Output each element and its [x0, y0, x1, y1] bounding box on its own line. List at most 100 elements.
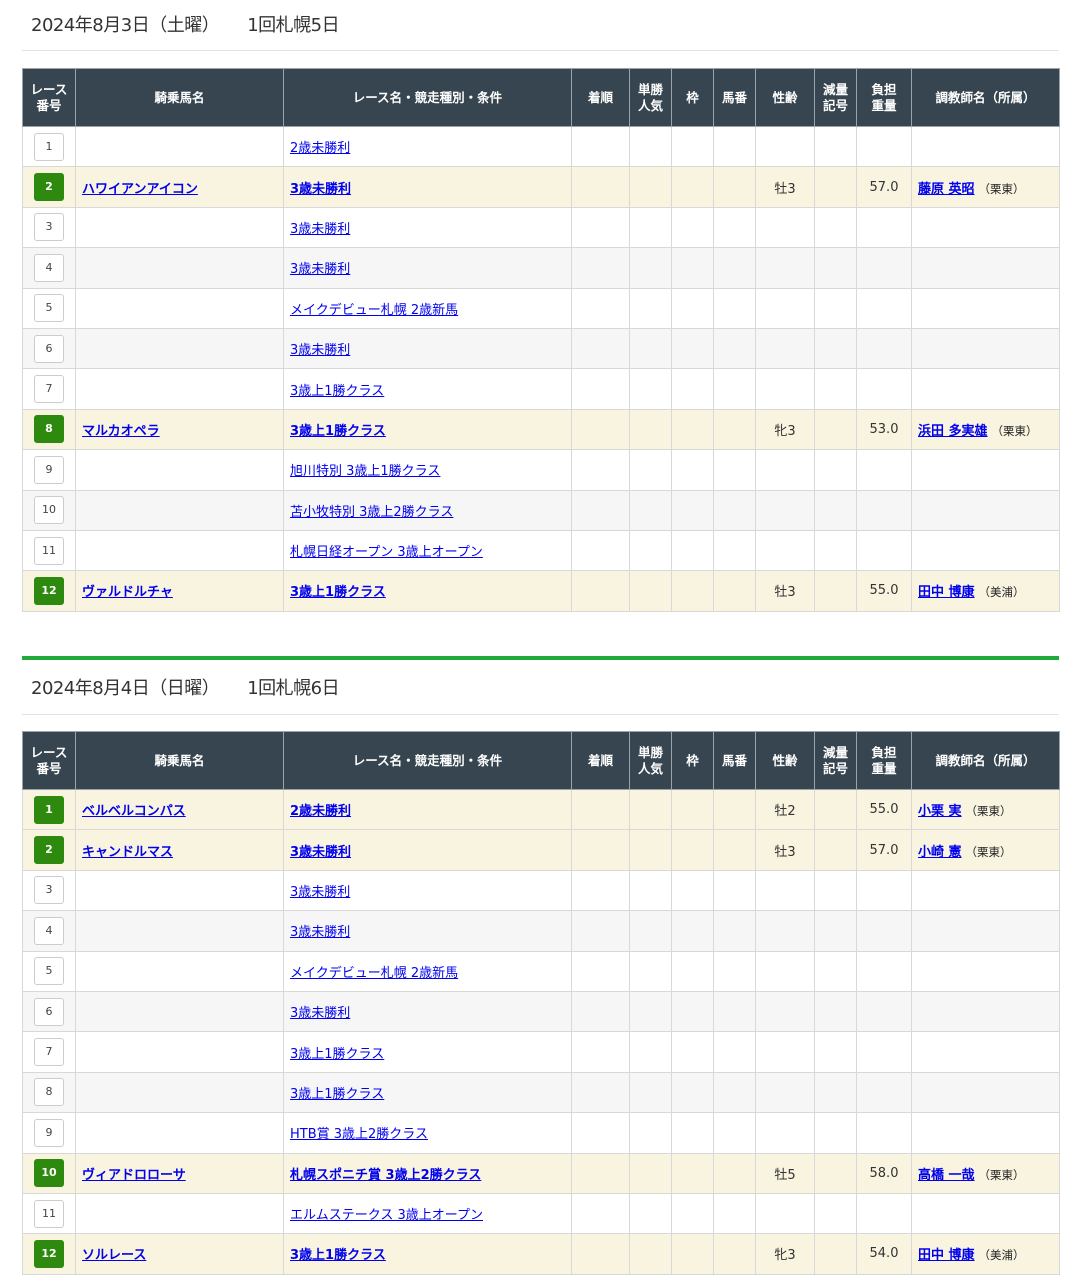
race-link[interactable]: 旭川特別 3歳上1勝クラス: [290, 464, 440, 479]
popularity-cell: [629, 829, 672, 871]
weight-reduction-cell: [814, 570, 857, 612]
horse-number-cell: [713, 1071, 756, 1114]
race-link[interactable]: 3歳未勝利: [290, 925, 350, 940]
race-link[interactable]: 3歳未勝利: [290, 1006, 350, 1021]
race-cell: 旭川特別 3歳上1勝クラス: [283, 449, 572, 491]
weight-reduction-cell: [814, 1152, 857, 1194]
frame-cell: [671, 570, 714, 612]
frame-cell: [671, 489, 714, 531]
frame-cell: [671, 327, 714, 370]
horse-link[interactable]: ヴィアドロローサ: [82, 1168, 186, 1183]
race-link[interactable]: 3歳上1勝クラス: [290, 1087, 384, 1102]
race-link[interactable]: 3歳上1勝クラス: [290, 384, 384, 399]
race-link[interactable]: メイクデビュー札幌 2歳新馬: [290, 966, 458, 981]
race-link[interactable]: 2歳未勝利: [290, 804, 351, 819]
trainer-link[interactable]: 小栗 実: [918, 804, 962, 819]
carried-weight-cell: [856, 1112, 912, 1154]
race-link[interactable]: 3歳上1勝クラス: [290, 1248, 386, 1263]
race-link[interactable]: 札幌日経オープン 3歳上オープン: [290, 545, 483, 560]
horse-link[interactable]: ベルベルコンパス: [82, 804, 186, 819]
race-number-badge: 2: [34, 836, 64, 865]
race-link[interactable]: 苫小牧特別 3歳上2勝クラス: [290, 505, 453, 520]
popularity-cell: [629, 327, 672, 370]
popularity-cell: [629, 1233, 672, 1275]
carried-weight-cell: 57.0: [856, 166, 912, 208]
trainer-cell: [911, 206, 1060, 249]
horse-number-cell: [713, 869, 756, 912]
trainer-affiliation: （美浦）: [978, 585, 1025, 600]
horse-link[interactable]: マルカオペラ: [82, 424, 160, 439]
sex-age-cell: [755, 287, 815, 329]
sex-age-cell: 牡5: [755, 1152, 815, 1194]
trainer-link[interactable]: 藤原 英昭: [918, 182, 975, 197]
race-link[interactable]: エルムステークス 3歳上オープン: [290, 1208, 483, 1223]
trainer-link[interactable]: 小崎 憲: [918, 845, 962, 860]
trainer-link[interactable]: 田中 博康: [918, 1248, 975, 1263]
trainer-cell: [911, 1071, 1060, 1114]
table-row: 4 3歳未勝利: [22, 247, 1060, 289]
day-title: 2024年8月3日（土曜） 1回札幌5日: [31, 11, 340, 37]
sex-age-cell: [755, 1031, 815, 1073]
carried-weight-cell: 53.0: [856, 408, 912, 451]
race-number-cell: 6: [22, 990, 76, 1033]
carried-weight-cell: 55.0: [856, 570, 912, 612]
header-horse-name: 騎乗馬名: [75, 68, 284, 127]
trainer-link[interactable]: 田中 博康: [918, 585, 975, 600]
horse-cell: [75, 950, 284, 992]
race-cell: 3歳未勝利: [283, 869, 572, 912]
finish-cell: [571, 247, 630, 289]
finish-cell: [571, 570, 630, 612]
race-number-badge: 4: [34, 253, 64, 282]
race-link[interactable]: 3歳未勝利: [290, 343, 350, 358]
race-cell: 2歳未勝利: [283, 125, 572, 168]
race-link[interactable]: 2歳未勝利: [290, 141, 350, 156]
race-number-badge: 4: [34, 916, 64, 945]
horse-link[interactable]: ヴァルドルチャ: [82, 585, 173, 600]
weight-reduction-cell: [814, 910, 857, 952]
race-link[interactable]: 3歳上1勝クラス: [290, 585, 386, 600]
header-horse-number: 馬番: [713, 68, 756, 127]
race-link[interactable]: 3歳未勝利: [290, 182, 351, 197]
race-link[interactable]: 3歳未勝利: [290, 885, 350, 900]
weight-reduction-cell: [814, 489, 857, 531]
popularity-cell: [629, 408, 672, 451]
sex-age-cell: 牝3: [755, 408, 815, 451]
race-link[interactable]: 3歳上1勝クラス: [290, 1047, 384, 1062]
trainer-link[interactable]: 浜田 多実雄: [918, 424, 988, 439]
horse-cell: [75, 206, 284, 249]
race-cell: 3歳未勝利: [283, 166, 572, 208]
race-link[interactable]: 3歳未勝利: [290, 845, 351, 860]
race-cell: 3歳未勝利: [283, 327, 572, 370]
trainer-cell: [911, 1192, 1060, 1235]
finish-cell: [571, 408, 630, 451]
header-label: 人気: [637, 760, 663, 776]
weight-reduction-cell: [814, 1031, 857, 1073]
race-link[interactable]: 札幌スポニチ賞 3歳上2勝クラス: [290, 1168, 481, 1183]
finish-cell: [571, 327, 630, 370]
carried-weight-cell: [856, 990, 912, 1033]
finish-cell: [571, 1192, 630, 1235]
weight-reduction-cell: [814, 206, 857, 249]
finish-cell: [571, 368, 630, 410]
race-link[interactable]: 3歳未勝利: [290, 222, 350, 237]
header-label: 番号: [36, 97, 62, 113]
trainer-affiliation: （栗東）: [978, 181, 1025, 196]
horse-link[interactable]: キャンドルマス: [82, 845, 173, 860]
date-label: 2024年8月4日（日曜）: [31, 678, 220, 699]
race-number-cell: 9: [22, 1112, 76, 1154]
sex-age: 牝3: [774, 1248, 796, 1264]
race-link[interactable]: メイクデビュー札幌 2歳新馬: [290, 303, 458, 318]
header-carried-weight: 負担 重量: [856, 731, 912, 790]
race-link[interactable]: HTB賞 3歳上2勝クラス: [290, 1127, 428, 1142]
race-link[interactable]: 3歳上1勝クラス: [290, 424, 386, 439]
horse-link[interactable]: ハワイアンアイコン: [82, 182, 198, 197]
sex-age: 牡3: [774, 181, 796, 197]
table-row: 6 3歳未勝利: [22, 327, 1060, 370]
race-link[interactable]: 3歳未勝利: [290, 262, 350, 277]
race-cell: 3歳未勝利: [283, 990, 572, 1033]
race-results-table: レース 番号 騎乗馬名 レース名・競走種別・条件 着順 単勝 人気枠馬番 性齢 減量 記号 負担 重量…: [22, 731, 1060, 1275]
trainer-link[interactable]: 高橋 一哉: [918, 1168, 975, 1183]
horse-link[interactable]: ソルレース: [82, 1248, 146, 1263]
race-cell: メイクデビュー札幌 2歳新馬: [283, 287, 572, 329]
popularity-cell: [629, 990, 672, 1033]
